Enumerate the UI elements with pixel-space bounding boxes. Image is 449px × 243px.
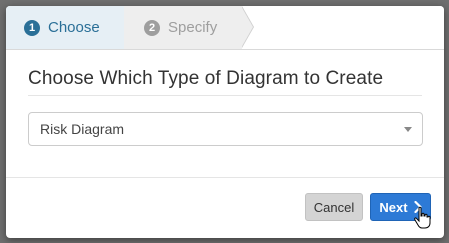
- select-value: Risk Diagram: [40, 121, 125, 137]
- wizard-step-choose[interactable]: 1 Choose: [6, 6, 124, 49]
- step-number-badge: 2: [144, 19, 160, 36]
- dialog-title: Choose Which Type of Diagram to Create: [28, 68, 384, 89]
- title-divider: [28, 95, 422, 96]
- cancel-button-label: Cancel: [313, 199, 355, 215]
- step-number-badge: 1: [24, 19, 40, 36]
- wizard-step-specify[interactable]: 2 Specify: [124, 6, 242, 49]
- wizard-steps: 1 Choose 2 Specify: [6, 6, 444, 50]
- step-label: Specify: [168, 19, 218, 36]
- step-separator-fill: [241, 6, 253, 48]
- cancel-button[interactable]: Cancel: [305, 193, 363, 221]
- step-label: Choose: [48, 19, 100, 36]
- create-diagram-dialog: 1 Choose 2 Specify Choose Which Type of …: [6, 6, 444, 238]
- next-button-label: Next: [379, 199, 408, 215]
- footer-divider: [6, 177, 444, 178]
- hand-pointer-cursor-icon: [414, 206, 431, 229]
- diagram-type-select[interactable]: Risk Diagram: [28, 112, 423, 146]
- chevron-down-icon: [404, 127, 412, 132]
